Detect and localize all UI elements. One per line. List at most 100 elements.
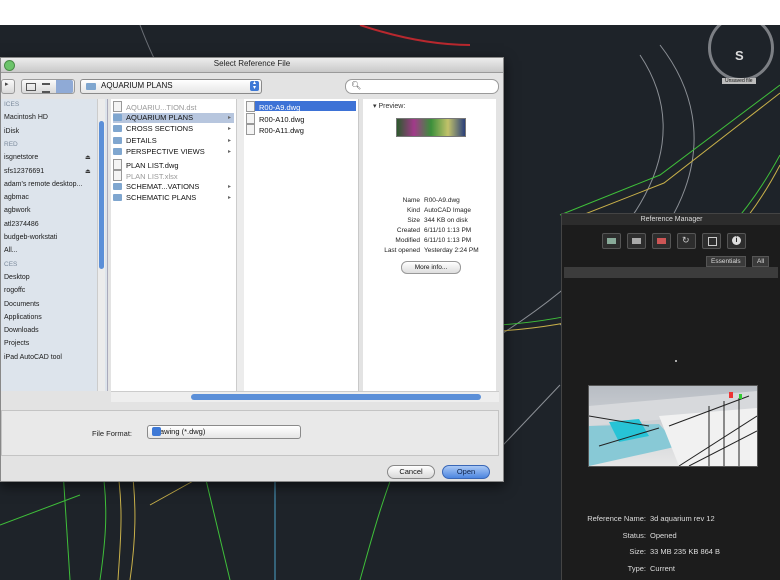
preview-thumbnail <box>396 118 466 137</box>
folder-icon <box>86 83 96 90</box>
item-label: R00-A11.dwg <box>259 126 304 135</box>
info-key: Last opened <box>384 247 420 254</box>
sidebar-item[interactable]: Desktop <box>4 274 30 281</box>
folder-icon <box>113 194 122 201</box>
detach-icon[interactable] <box>652 233 671 249</box>
horizontal-scroll-thumb[interactable] <box>191 394 481 400</box>
reference-manager-title[interactable]: Reference Manager <box>562 214 780 225</box>
sidebar-item[interactable]: sfs12376691 <box>4 168 44 175</box>
preview-pane: ▾ Preview: Name R00-A9.dwg Kind AutoCAD Ima… <box>363 99 496 391</box>
back-button[interactable]: ▸ <box>1 79 15 94</box>
file-format-select[interactable]: Drawing (*.dwg) <box>147 425 301 439</box>
folder-list-item[interactable]: PERSPECTIVE VIEWS ▸ <box>113 147 234 157</box>
document-icon <box>246 124 255 135</box>
file-list-item[interactable]: AQUARIU...TION.dst <box>113 101 234 112</box>
cancel-button[interactable]: Cancel <box>387 465 435 479</box>
sidebar-item[interactable]: Macintosh HD <box>4 114 48 121</box>
preview-header-label: Preview: <box>378 103 406 110</box>
info-value: 6/11/10 1:13 PM <box>424 237 472 244</box>
disclosure-arrow-icon: ▸ <box>227 183 231 190</box>
sidebar-item[interactable]: rogoffc <box>4 287 25 294</box>
icon-view-icon[interactable] <box>26 83 36 91</box>
search-icon: 🔍︎ <box>351 81 362 90</box>
item-label: R00-A10.dwg <box>259 114 305 124</box>
column-view-icon[interactable] <box>56 80 73 93</box>
sidebar-item[interactable]: agbwork <box>4 207 30 214</box>
search-input[interactable] <box>362 81 496 92</box>
reference-render <box>588 391 758 467</box>
file-format-label: File Format: <box>92 429 133 438</box>
sidebar-item[interactable]: iPad AutoCAD tool <box>4 354 62 361</box>
search-field[interactable]: 🔍︎ <box>345 79 499 94</box>
sidebar-item[interactable]: Downloads <box>4 327 39 334</box>
folder-icon <box>113 148 122 155</box>
unsaved-badge: Unsaved file <box>722 78 756 84</box>
folder-list-item[interactable]: SCHEMATIC PLANS ▸ <box>113 193 234 203</box>
item-label: CROSS SECTIONS <box>126 124 194 133</box>
sidebar-item[interactable]: atl2374486 <box>4 221 39 228</box>
sidebar-section-header: CES <box>4 260 18 268</box>
disclosure-arrow-icon: ▸ <box>227 195 231 201</box>
sidebar-item[interactable]: adam's remote desktop... <box>4 181 82 188</box>
detail-value: Opened <box>650 530 677 540</box>
item-label: PLAN LIST.xlsx <box>126 172 178 181</box>
info-icon[interactable]: i <box>727 233 746 249</box>
sidebar-item[interactable]: agbmac <box>4 194 29 201</box>
info-key: Name <box>402 197 420 204</box>
detail-key-text: Status: <box>622 530 646 540</box>
item-label: DETAILS <box>126 135 157 145</box>
sidebar-item[interactable]: All... <box>4 247 18 254</box>
sidebar-scroll-thumb[interactable] <box>99 121 104 269</box>
file-list-item[interactable]: PLAN LIST.dwg <box>113 158 234 170</box>
folder-list-item[interactable]: AQUARIUM PLANS ▸ <box>113 112 234 123</box>
folder-list-item[interactable]: CROSS SECTIONS ▸ <box>113 124 234 134</box>
preview-header[interactable]: ▾ Preview: <box>373 102 405 110</box>
file-list-item[interactable]: R00-A11.dwg <box>246 124 356 135</box>
sidebar-item[interactable]: isgnetstore <box>4 154 38 161</box>
document-icon <box>113 101 122 112</box>
column-1-scrollbar[interactable] <box>236 99 244 391</box>
view-mode-segmented-control[interactable] <box>21 79 75 94</box>
list-view-icon[interactable] <box>42 83 50 93</box>
info-key: Created <box>396 227 420 234</box>
document-icon <box>246 112 255 124</box>
autocad-canvas[interactable]: S Unsaved file Select Reference File ▸ A… <box>0 25 780 580</box>
attach-dwg-icon[interactable] <box>602 233 621 249</box>
info-key: Size <box>407 217 420 224</box>
sidebar-item[interactable]: budgeb-workstati <box>4 234 57 241</box>
back-arrow-icon: ▸ <box>5 81 9 88</box>
reference-preview-image <box>588 385 758 467</box>
sidebar-item[interactable]: iDisk <box>4 128 19 135</box>
sidebar-item[interactable]: Projects <box>4 340 29 347</box>
reference-tree-row[interactable] <box>564 267 778 278</box>
detail-key-text: Reference Name: <box>587 514 646 523</box>
item-label: PERSPECTIVE VIEWS <box>126 147 205 156</box>
item-label: PLAN LIST.dwg <box>126 160 179 170</box>
open-button[interactable]: Open <box>442 465 490 479</box>
file-list-item[interactable]: R00-A10.dwg <box>246 112 356 124</box>
folder-list-item[interactable]: DETAILS ▸ <box>113 136 234 146</box>
document-icon <box>113 158 122 170</box>
sidebar-item[interactable]: Applications <box>4 314 42 321</box>
item-label: SCHEMAT...VATIONS <box>126 181 200 191</box>
eject-icon[interactable]: ⏏ <box>85 154 91 161</box>
sidebar-section-header: ICES <box>4 101 20 108</box>
tab-all[interactable]: All <box>752 256 770 267</box>
list-details-icon[interactable] <box>702 233 721 249</box>
reload-icon[interactable]: ↻ <box>677 233 696 249</box>
horizontal-scrollbar[interactable] <box>111 391 499 402</box>
more-info-button[interactable]: More info... <box>401 261 461 274</box>
attach-image-icon[interactable] <box>627 233 646 249</box>
sidebar-scrollbar[interactable] <box>97 99 105 391</box>
dialog-titlebar[interactable]: Select Reference File <box>1 58 503 73</box>
location-popup[interactable]: AQUARIUM PLANS ▴ ▾ <box>80 79 262 94</box>
sidebar-item[interactable]: Documents <box>4 301 39 308</box>
select-reference-file-dialog: Select Reference File ▸ AQUARIUM PLANS ▴… <box>0 57 504 482</box>
eject-icon[interactable]: ⏏ <box>85 168 91 175</box>
tab-essentials[interactable]: Essentials <box>706 256 746 267</box>
viewcube-south-label: S <box>735 48 744 63</box>
file-list-item[interactable]: R00-A9.dwg <box>246 101 356 112</box>
file-list-item[interactable]: PLAN LIST.xlsx <box>113 170 234 181</box>
folder-list-item[interactable]: SCHEMAT...VATIONS ▸ <box>113 182 234 192</box>
document-icon <box>113 170 122 181</box>
